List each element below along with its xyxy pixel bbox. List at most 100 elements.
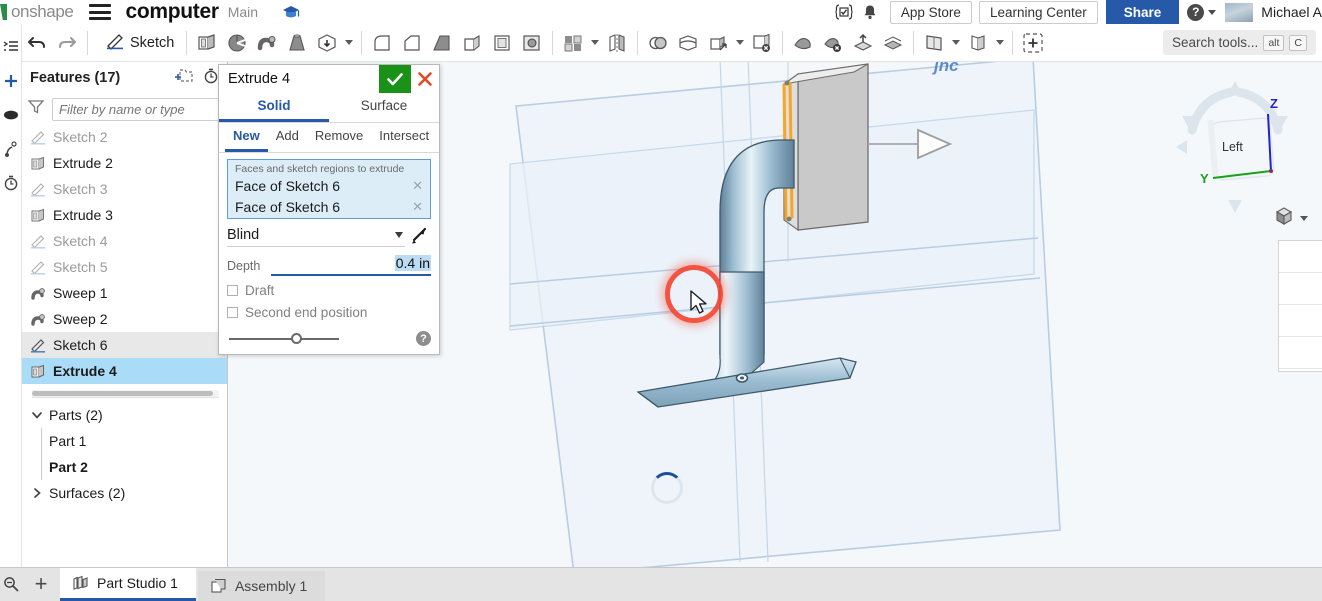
search-tools-box[interactable]: Search tools... alt C	[1163, 30, 1316, 55]
selection-item-2[interactable]: Face of Sketch 6 ✕	[228, 197, 430, 218]
tab-assembly-1[interactable]: Assembly 1	[197, 571, 326, 601]
offset-surface-icon[interactable]	[878, 27, 908, 59]
feature-list-icon[interactable]	[0, 30, 22, 64]
subtab-add[interactable]: Add	[268, 123, 307, 152]
help-menu[interactable]: ?	[1187, 3, 1217, 21]
transform-icon[interactable]	[703, 27, 733, 59]
share-button[interactable]: Share	[1105, 0, 1180, 24]
feature-row-sketch-3[interactable]: Sketch 3	[22, 176, 227, 202]
thicken-icon[interactable]	[312, 27, 342, 59]
selection-box[interactable]: Faces and sketch regions to extrude Face…	[227, 159, 431, 219]
filter-input[interactable]	[52, 97, 244, 121]
transform-chevron-down-icon[interactable]	[733, 27, 747, 59]
question-mark-help-icon[interactable]: ?	[416, 331, 431, 346]
depth-input[interactable]: 0.4 in	[271, 255, 431, 276]
loft-icon[interactable]	[282, 27, 312, 59]
user-avatar[interactable]	[1225, 2, 1254, 22]
shell-icon[interactable]	[487, 27, 517, 59]
bell-notification-icon[interactable]	[857, 1, 883, 23]
view-cube-face-label[interactable]: Left	[1222, 140, 1243, 154]
flyout-row[interactable]	[1279, 337, 1322, 369]
hole-icon[interactable]	[517, 27, 547, 59]
cancel-button[interactable]	[411, 65, 439, 93]
subtab-intersect[interactable]: Intersect	[371, 123, 437, 152]
revolve-icon[interactable]	[222, 27, 252, 59]
learning-center-button[interactable]: Learning Center	[978, 0, 1098, 24]
hamburger-menu-icon[interactable]	[89, 4, 112, 20]
fillet-icon[interactable]	[367, 27, 397, 59]
add-tab-plus-icon[interactable]: +	[22, 567, 60, 601]
document-name[interactable]: computer	[125, 0, 219, 24]
flip-direction-icon[interactable]	[405, 225, 431, 247]
delete-part-icon[interactable]	[747, 27, 777, 59]
sheetmetal-chevron-down-icon[interactable]	[993, 27, 1007, 59]
surfaces-group-header[interactable]: Surfaces (2)	[22, 480, 227, 506]
filter-funnel-icon[interactable]	[27, 99, 45, 119]
feature-row-sketch-4[interactable]: Sketch 4	[22, 228, 227, 254]
display-style-button[interactable]	[1273, 206, 1308, 231]
draft-icon[interactable]	[427, 27, 457, 59]
feature-row-extrude-4[interactable]: Extrude 4	[22, 358, 227, 384]
new-folder-icon[interactable]	[175, 68, 193, 88]
draft-checkbox-row[interactable]: Draft	[227, 283, 431, 298]
pattern-chevron-down-icon[interactable]	[588, 27, 602, 59]
feature-row-extrude-3[interactable]: Extrude 3	[22, 202, 227, 228]
mirror-icon[interactable]	[602, 27, 632, 59]
delete-face-icon[interactable]	[818, 27, 848, 59]
slider-handle[interactable]	[291, 332, 302, 344]
remove-x-icon[interactable]: ✕	[412, 199, 423, 215]
sweep-icon[interactable]	[252, 27, 282, 59]
feature-row-sketch-6[interactable]: Sketch 6	[22, 332, 227, 358]
plane-icon[interactable]	[919, 27, 949, 59]
feature-tree-scrollbar[interactable]	[32, 390, 219, 398]
tab-surface[interactable]: Surface	[329, 93, 439, 122]
sketch-point-icon[interactable]	[0, 132, 22, 166]
branch-name[interactable]: Main	[228, 4, 258, 20]
timer-icon[interactable]	[0, 166, 22, 200]
opacity-slider[interactable]	[229, 332, 339, 344]
draft-checkbox[interactable]	[227, 285, 238, 296]
chamfer-icon[interactable]	[397, 27, 427, 59]
flyout-row[interactable]	[1279, 241, 1322, 273]
solid-features-chevron-down-icon[interactable]	[342, 27, 356, 59]
feature-row-sweep-1[interactable]: Sweep 1	[22, 280, 227, 306]
rollback-timer-icon[interactable]	[203, 68, 219, 89]
subtab-remove[interactable]: Remove	[307, 123, 371, 152]
confirm-button[interactable]	[379, 65, 411, 93]
graduation-cap-icon[interactable]	[280, 3, 302, 21]
zoom-fit-icon[interactable]	[0, 567, 22, 601]
second-end-checkbox[interactable]	[227, 307, 238, 318]
tab-solid[interactable]: Solid	[219, 93, 329, 122]
second-end-checkbox-row[interactable]: Second end position	[227, 305, 431, 320]
feature-row-sketch-5[interactable]: Sketch 5	[22, 254, 227, 280]
boolean-icon[interactable]	[643, 27, 673, 59]
flyout-row[interactable]	[1279, 305, 1322, 337]
selection-item-1[interactable]: Face of Sketch 6 ✕	[228, 176, 430, 197]
extrude-icon[interactable]	[192, 27, 222, 59]
feature-row-sketch-2[interactable]: Sketch 2	[22, 124, 227, 150]
undo-arrow-icon[interactable]	[22, 27, 52, 59]
feature-row-extrude-2[interactable]: Extrude 2	[22, 150, 227, 176]
tasks-checkbox-icon[interactable]	[831, 1, 857, 23]
linear-pattern-icon[interactable]	[558, 27, 588, 59]
redo-arrow-icon[interactable]	[52, 27, 82, 59]
plane-chevron-down-icon[interactable]	[949, 27, 963, 59]
fill-surface-icon[interactable]	[788, 27, 818, 59]
right-flyout-panel[interactable]	[1278, 240, 1322, 372]
part-item-2[interactable]: Part 2	[22, 454, 227, 480]
user-name-label[interactable]: Michael A	[1261, 4, 1322, 20]
sheet-metal-icon[interactable]	[963, 27, 993, 59]
app-store-button[interactable]: App Store	[889, 0, 972, 24]
ellipse-shape-icon[interactable]	[0, 98, 22, 132]
end-condition-dropdown[interactable]: Blind	[227, 225, 405, 247]
sketch-button[interactable]: Sketch	[93, 27, 181, 59]
feature-row-sweep-2[interactable]: Sweep 2	[22, 306, 227, 332]
split-icon[interactable]	[673, 27, 703, 59]
part-item-1[interactable]: Part 1	[22, 428, 227, 454]
parts-group-header[interactable]: Parts (2)	[22, 402, 227, 428]
remove-x-icon[interactable]: ✕	[412, 178, 423, 194]
add-plus-icon[interactable]	[0, 64, 22, 98]
subtab-new[interactable]: New	[225, 123, 268, 152]
view-cube[interactable]: Left Z Y	[1170, 72, 1300, 222]
onshape-logo[interactable]: onshape	[0, 2, 74, 22]
